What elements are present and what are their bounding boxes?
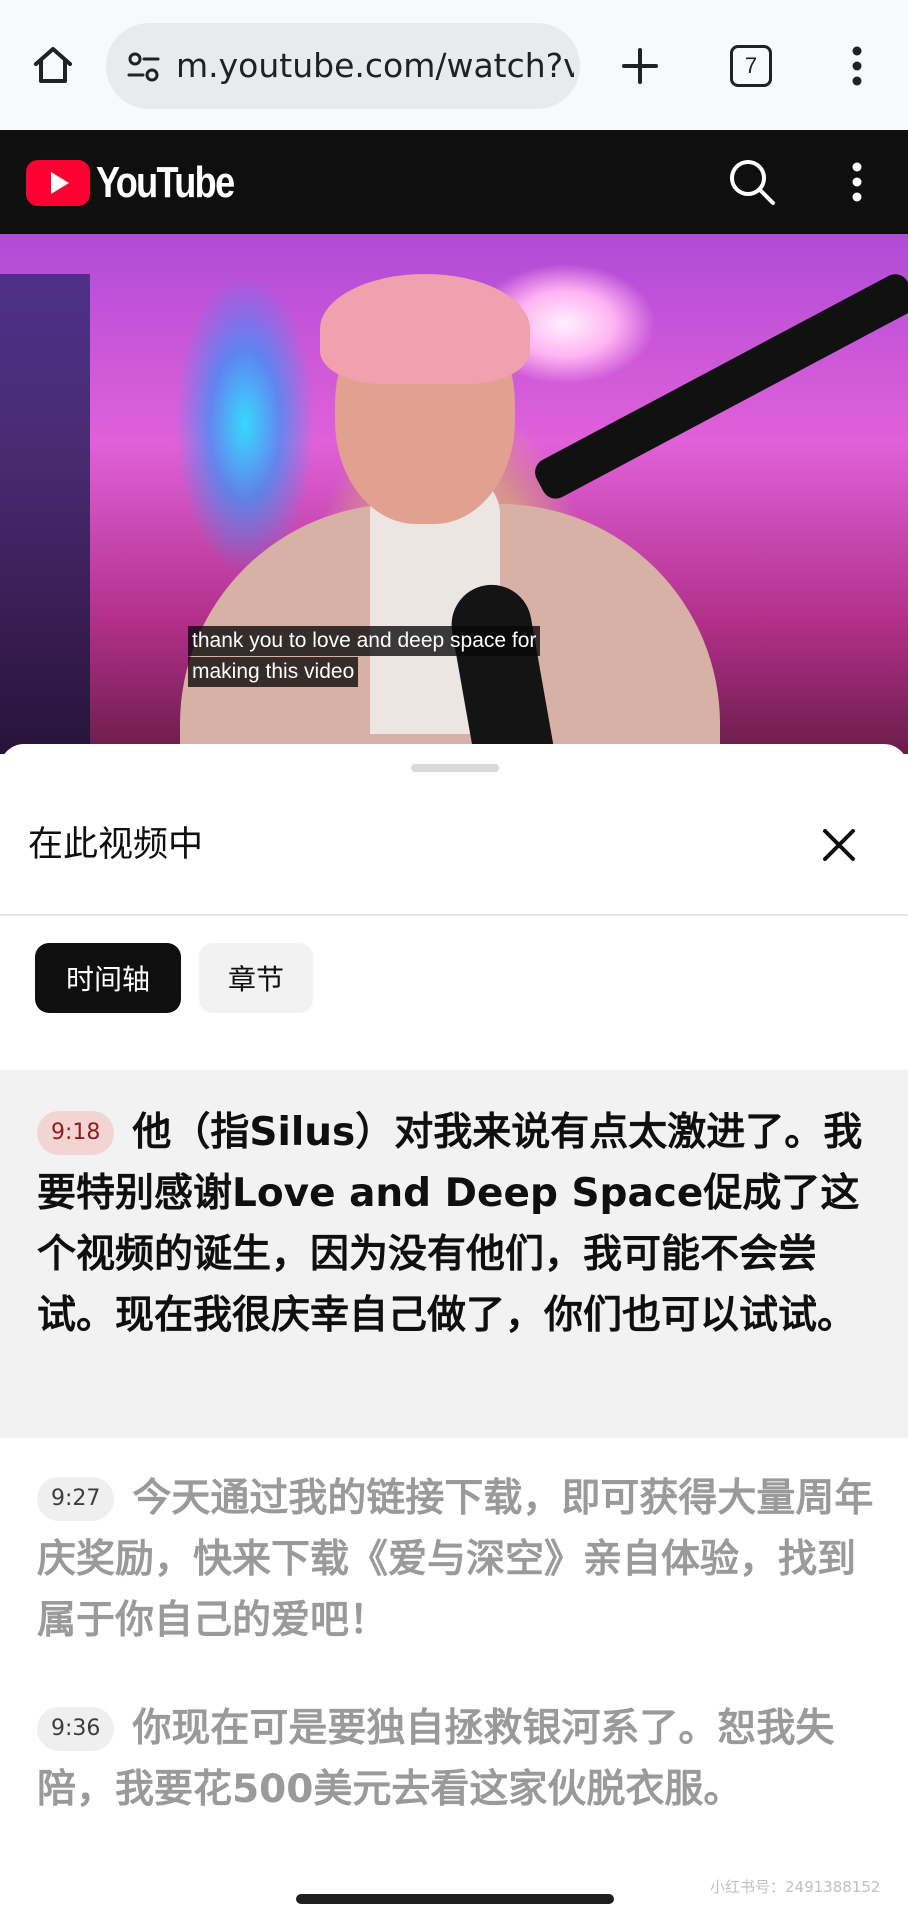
youtube-menu-button[interactable]	[840, 152, 874, 212]
timeline-entry[interactable]: 9:27 今天通过我的链接下载，即可获得大量周年庆奖励，快来下载《爱与深空》亲自体…	[0, 1438, 908, 1668]
caption-line: thank you to love and deep space for	[188, 626, 541, 656]
search-icon	[730, 160, 775, 205]
tab-count: 7	[730, 45, 772, 87]
youtube-header: YouTube	[0, 130, 908, 234]
youtube-play-icon	[26, 160, 90, 206]
watermark: 小红书号：2491388152	[710, 1878, 881, 1896]
transcript-text: 今天通过我的链接下载，即可获得大量周年庆奖励，快来下载《爱与深空》亲自体验，找到…	[37, 1476, 874, 1643]
home-button[interactable]	[22, 34, 84, 96]
video-captions: thank you to love and deep space for mak…	[188, 626, 541, 688]
more-vert-icon	[852, 162, 862, 202]
timestamp-badge[interactable]: 9:36	[37, 1707, 115, 1751]
youtube-logo[interactable]: YouTube	[26, 158, 264, 208]
video-person-hair	[320, 274, 530, 384]
close-icon	[823, 829, 855, 861]
browser-toolbar: m.youtube.com/watch?v 7	[0, 0, 908, 130]
gesture-home-indicator[interactable]	[296, 1894, 614, 1904]
transcript-text: 他（指Silus）对我来说有点太激进了。我要特别感谢Love and Deep …	[37, 1110, 863, 1338]
more-vert-icon	[852, 46, 862, 86]
timestamp-badge[interactable]: 9:27	[37, 1477, 115, 1521]
new-tab-button[interactable]	[612, 36, 668, 96]
home-icon	[34, 47, 72, 83]
video-background-shelf	[0, 274, 90, 754]
youtube-logo-text: YouTube	[96, 158, 235, 207]
transcript-text: 你现在可是要独自拯救银河系了。恕我失陪，我要花500美元去看这家伙脱衣服。	[37, 1706, 835, 1812]
close-button[interactable]	[816, 822, 862, 868]
sheet-divider	[0, 914, 908, 916]
video-mic-arm	[530, 269, 908, 504]
video-player[interactable]: thank you to love and deep space for mak…	[0, 234, 908, 754]
tab-switcher-button[interactable]: 7	[722, 36, 780, 96]
plus-icon	[622, 48, 658, 84]
tab-timeline[interactable]: 时间轴	[35, 943, 181, 1013]
browser-menu-button[interactable]	[840, 36, 874, 96]
timeline-entry-text: 9:36 你现在可是要独自拯救银河系了。恕我失陪，我要花500美元去看这家伙脱衣服…	[37, 1698, 877, 1820]
site-settings-icon[interactable]	[124, 47, 164, 87]
youtube-search-button[interactable]	[722, 152, 782, 212]
sheet-drag-handle[interactable]	[411, 764, 499, 772]
in-this-video-sheet: 在此视频中 时间轴 章节 9:18 他（指Silus）对我来说有点太激进了。我要特…	[0, 744, 908, 1920]
caption-line: making this video	[188, 657, 359, 687]
address-bar[interactable]: m.youtube.com/watch?v	[106, 23, 580, 109]
timeline-entry-text: 9:27 今天通过我的链接下载，即可获得大量周年庆奖励，快来下载《爱与深空》亲自体…	[37, 1468, 877, 1651]
url-text[interactable]: m.youtube.com/watch?v	[176, 45, 574, 87]
timeline-entry-text: 9:18 他（指Silus）对我来说有点太激进了。我要特别感谢Love and D…	[37, 1102, 877, 1346]
sheet-title: 在此视频中	[28, 825, 204, 865]
tab-chapters[interactable]: 章节	[199, 943, 313, 1013]
timestamp-badge[interactable]: 9:18	[37, 1111, 115, 1155]
timeline-entry[interactable]: 9:36 你现在可是要独自拯救银河系了。恕我失陪，我要花500美元去看这家伙脱衣服…	[0, 1668, 908, 1908]
timeline-entry[interactable]: 9:18 他（指Silus）对我来说有点太激进了。我要特别感谢Love and D…	[0, 1070, 908, 1438]
